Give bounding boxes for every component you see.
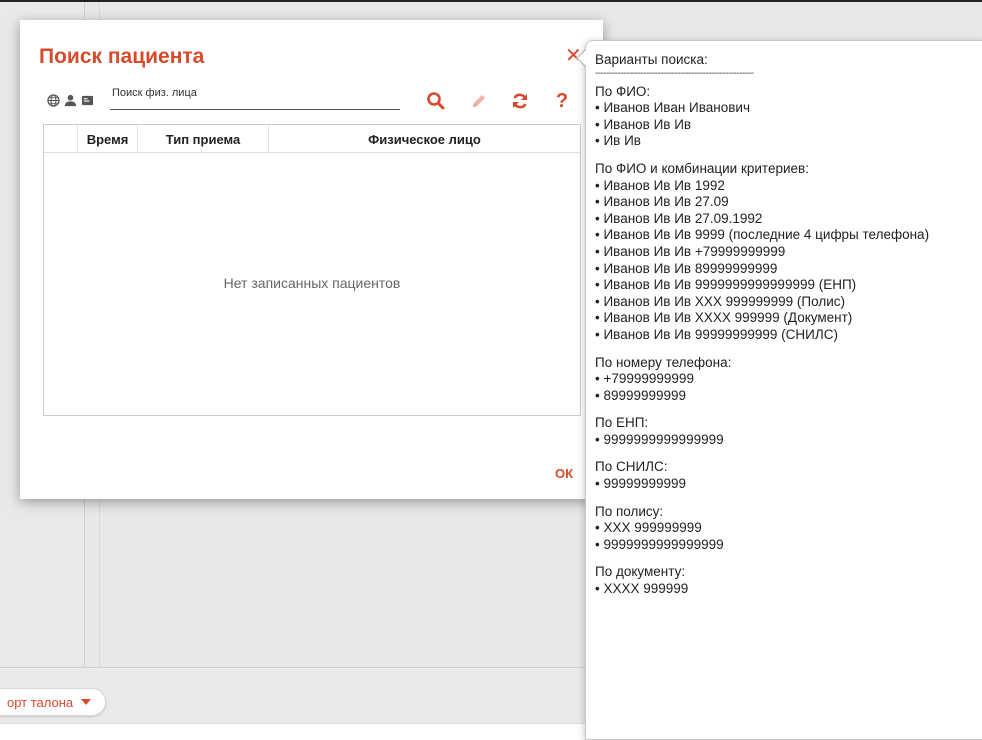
search-hint-popover: Варианты поиска: -----------------------… — [585, 40, 982, 740]
ok-button[interactable]: ОК — [555, 466, 573, 481]
chevron-down-icon — [81, 699, 92, 705]
globe-icon[interactable] — [47, 94, 60, 107]
pencil-icon[interactable] — [469, 91, 489, 111]
patient-search-dialog: Поиск пациента ✕ Поиск физ. лица ? Время… — [20, 20, 603, 499]
search-row: Поиск физ. лица ? — [42, 87, 582, 114]
hint-example-item: • Иванов Ив Ив 9999999999999999 (ЕНП) — [595, 277, 857, 293]
hint-example-item: • Иванов Ив Ив 99999999999 (СНИЛС) — [595, 326, 838, 342]
hint-section-heading: По ФИО: — [595, 83, 651, 99]
hint-section-heading: По СНИЛС: — [595, 459, 668, 475]
search-icon[interactable] — [426, 91, 446, 111]
hint-sections: По ФИО: • Иванов Иван Иванович • Иванов Ив… — [595, 83, 982, 598]
hint-example-item: • Иванов Ив Ив 89999999999 — [595, 260, 778, 276]
column-header-visit-type[interactable]: Тип приема — [138, 125, 269, 153]
hint-example-item: • Иванов Ив Ив ХХХ 999999999 (Полис) — [595, 293, 846, 309]
card-icon[interactable] — [81, 94, 94, 107]
hint-example-item: • Иванов Иван Иванович — [595, 100, 750, 116]
hint-section-heading: По документу: — [595, 564, 686, 580]
hint-example-item: • 89999999999 — [595, 387, 687, 403]
hint-section-gap — [595, 493, 982, 504]
hint-section-gap — [595, 344, 982, 355]
column-header-select — [44, 125, 78, 153]
hint-example-item: • Иванов Ив Ив 1992 — [595, 177, 725, 193]
hint-example-item: • Иванов Ив Ив — [595, 116, 692, 132]
hint-title: Варианты поиска: — [595, 52, 708, 67]
hint-section-gap — [595, 404, 982, 415]
talon-button-label: орт талона — [7, 694, 74, 710]
hint-example-item: • 9999999999999999 — [595, 536, 724, 552]
help-icon[interactable]: ? — [552, 91, 572, 111]
refresh-icon[interactable] — [510, 91, 530, 111]
hint-section-heading: По полису: — [595, 503, 664, 519]
hint-example-item: • Иванов Ив Ив 9999 (последние 4 цифры т… — [595, 227, 930, 243]
window-top-border — [0, 0, 982, 2]
hint-example-item: • Иванов Ив Ив 27.09.1992 — [595, 210, 763, 226]
column-header-time[interactable]: Время — [78, 125, 138, 153]
hint-example-item: • Иванов Ив Ив +79999999999 — [595, 243, 786, 259]
appointments-table: Время Тип приема Физическое лицо Нет зап… — [43, 124, 581, 416]
hint-section-gap — [595, 448, 982, 459]
hint-pointer-fill — [578, 50, 586, 66]
hint-example-item: • 99999999999 — [595, 476, 687, 492]
column-header-person[interactable]: Физическое лицо — [269, 125, 580, 153]
table-header: Время Тип приема Физическое лицо — [44, 125, 580, 153]
hint-section-heading: По номеру телефона: — [595, 354, 732, 370]
hint-separator: ----------------------------------------… — [595, 67, 754, 79]
hint-example-item: • Иванов Ив Ив 27.09 — [595, 194, 729, 210]
hint-example-item: • ХХХ 999999999 — [595, 520, 702, 536]
hint-section-gap — [595, 553, 982, 564]
search-input[interactable] — [110, 90, 400, 110]
hint-example-item: • +79999999999 — [595, 371, 694, 387]
dialog-title: Поиск пациента — [39, 45, 205, 68]
talon-export-button[interactable]: орт талона — [0, 688, 107, 716]
hint-example-item: • ХХХХ 999999 — [595, 581, 689, 597]
hint-section-gap — [595, 150, 982, 161]
hint-section-heading: По ФИО и комбинации критериев: — [595, 160, 809, 176]
hint-section-heading: По ЕНП: — [595, 415, 649, 431]
hint-example-item: • Иванов Ив Ив ХХХХ 999999 (Документ) — [595, 310, 853, 326]
hint-example-item: • Ив Ив — [595, 133, 641, 149]
person-icon[interactable] — [64, 94, 77, 107]
empty-table-message: Нет записанных пациентов — [223, 275, 401, 291]
hint-example-item: • 9999999999999999 — [595, 431, 724, 447]
